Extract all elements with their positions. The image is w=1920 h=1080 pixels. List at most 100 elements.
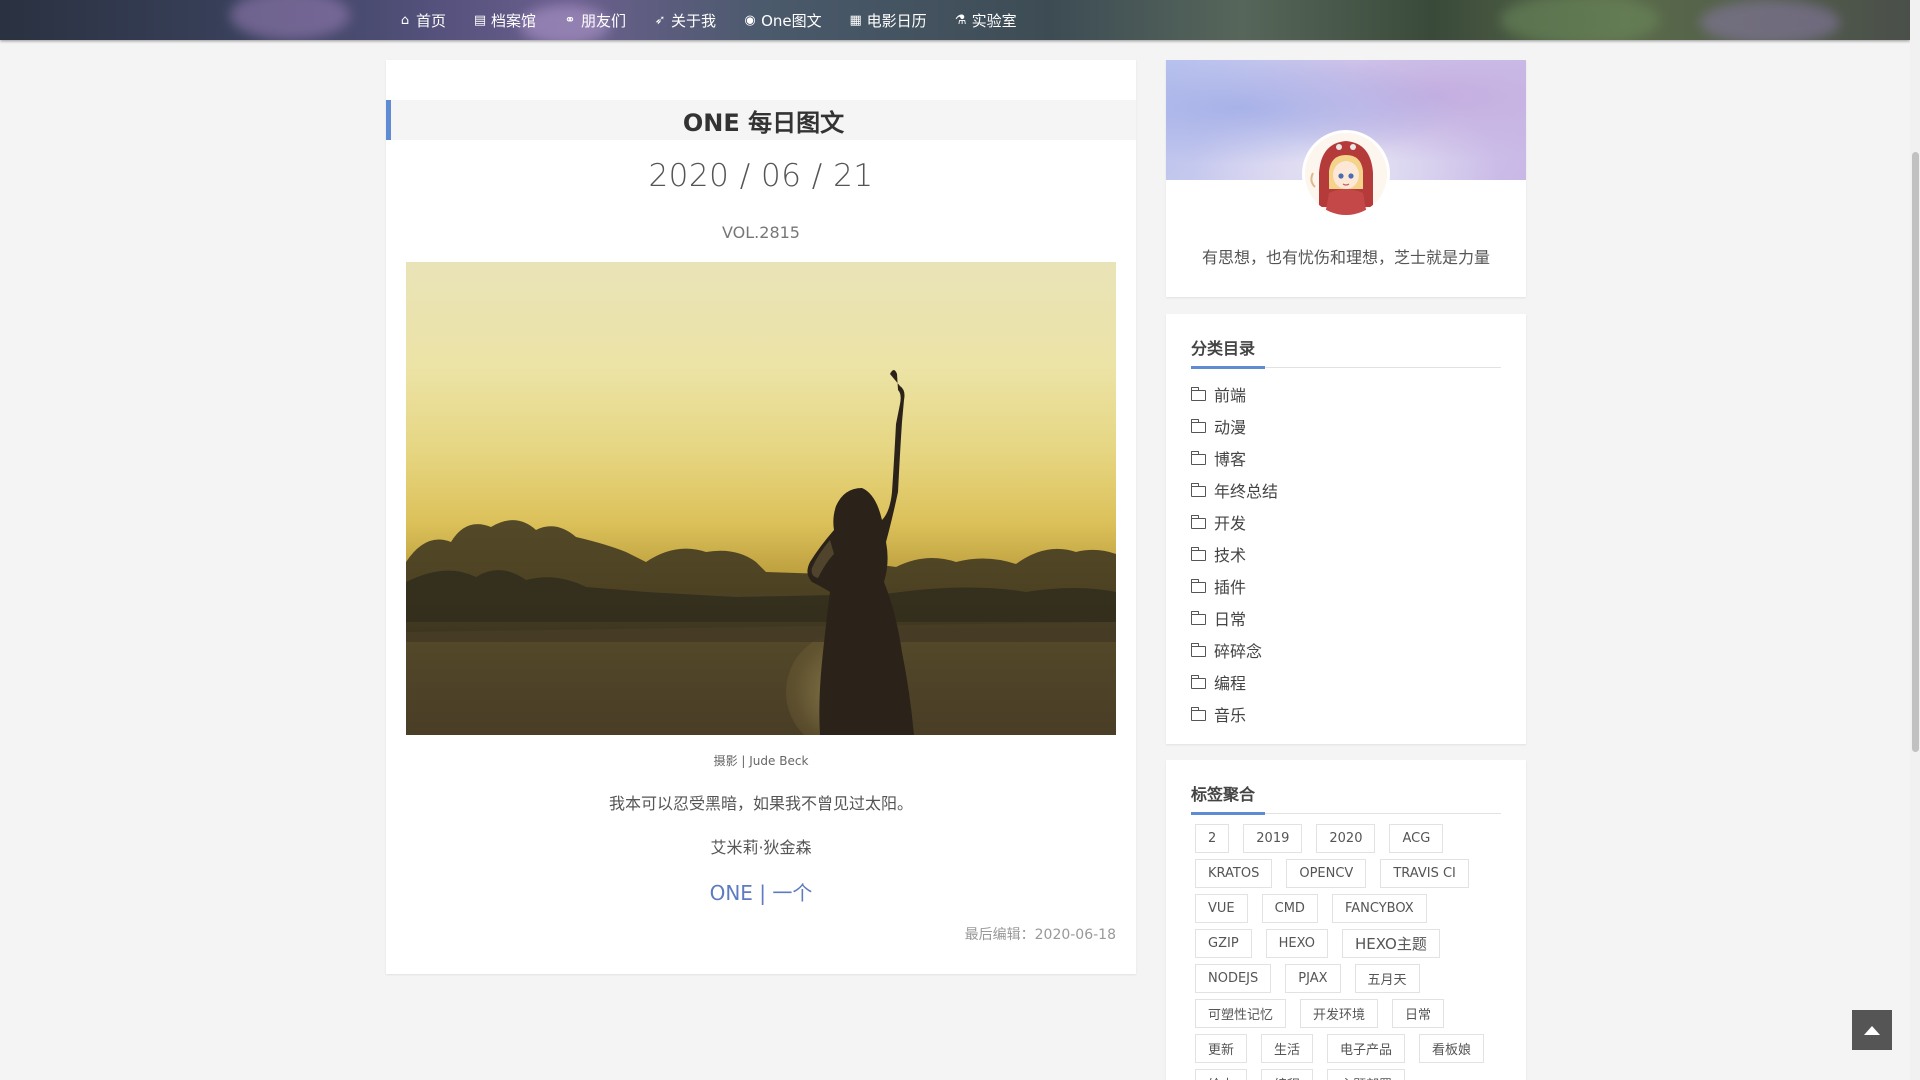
tag[interactable]: 开发环境 [1300,999,1379,1028]
film-icon: ▦ [849,12,862,28]
tag[interactable]: FANCYBOX [1331,894,1427,923]
tag[interactable]: GZIP [1195,929,1252,958]
folder-icon [1190,514,1206,529]
category-label: 日常 [1214,610,1247,629]
categories-widget: 分类目录 前端 动漫 博客 年终总结 开发 技术 插件 日常 碎碎念 编程 音乐 [1166,314,1526,744]
tag[interactable]: HEXO主题 [1341,929,1440,958]
avatar[interactable] [1302,130,1390,218]
category-item[interactable]: 音乐 [1190,698,1501,730]
tag[interactable]: NODEJS [1195,964,1272,993]
top-navbar: ⌂ 首页 ▤ 档案馆 ⚭ 朋友们 ➶ 关于我 ◉ One图文 ▦ 电影日历 ⚗ … [0,0,1910,40]
category-item[interactable]: 编程 [1190,666,1501,698]
category-item[interactable]: 插件 [1190,570,1501,602]
nav-item-lab[interactable]: ⚗ 实验室 [954,0,1030,40]
tag[interactable]: 更新 [1195,1034,1248,1063]
pin-icon: ◉ [744,12,756,28]
widget-title: 标签聚合 [1191,778,1501,815]
tags-title: 标签聚合 [1191,785,1256,804]
quote-author: 艾米莉·狄金森 [710,838,812,857]
one-source-link[interactable]: ONE | 一个 [386,877,1136,906]
folder-icon [1190,578,1206,593]
category-label: 编程 [1214,674,1247,693]
category-label: 动漫 [1214,418,1247,437]
category-item[interactable]: 前端 [1190,378,1501,410]
nav-item-friends[interactable]: ⚭ 朋友们 [563,0,639,40]
tag[interactable]: 主题部署 [1327,1069,1406,1080]
tag[interactable]: 2 [1195,824,1230,853]
back-to-top-button[interactable] [1852,1010,1892,1050]
arrow-up-icon [1864,1025,1880,1035]
home-icon: ⌂ [400,12,410,28]
tag[interactable]: 五月天 [1354,964,1420,993]
tag[interactable]: VUE [1195,894,1248,923]
tag[interactable]: KRATOS [1195,859,1273,888]
photo-silhouettes [406,370,1116,735]
scrollbar-thumb[interactable] [1912,152,1919,752]
category-label: 年终总结 [1214,482,1279,501]
article-title: ONE 每日图文 [386,100,1136,140]
category-item[interactable]: 动漫 [1190,410,1501,442]
tag[interactable]: 电子产品 [1327,1034,1406,1063]
category-item[interactable]: 技术 [1190,538,1501,570]
tag[interactable]: 生活 [1261,1034,1314,1063]
nav-item-label: 实验室 [971,11,1017,30]
category-item[interactable]: 日常 [1190,602,1501,634]
title-underline [1191,812,1265,815]
tag[interactable]: 可塑性记忆 [1195,999,1287,1028]
tag[interactable]: HEXO [1265,929,1328,958]
archive-icon: ▤ [473,12,487,28]
category-label: 前端 [1214,386,1247,405]
flask-icon: ⚗ [954,12,967,28]
tag[interactable]: 2020 [1316,824,1376,853]
folder-icon [1190,610,1206,625]
category-label: 开发 [1214,514,1247,533]
tag[interactable]: OPENCV [1286,859,1367,888]
category-item[interactable]: 开发 [1190,506,1501,538]
nav-item-home[interactable]: ⌂ 首页 [398,0,459,40]
tag[interactable]: CMD [1261,894,1318,923]
category-label: 碎碎念 [1214,642,1263,661]
tag[interactable]: 看板娘 [1419,1034,1485,1063]
tag[interactable]: TRAVIS CI [1380,859,1469,888]
nav-item-label: 电影日历 [866,11,927,30]
title-underline [1191,366,1265,369]
article-date: 2020 / 06 / 21 [648,158,874,194]
nav-item-archive[interactable]: ▤ 档案馆 [473,0,549,40]
article-volume: VOL.2815 [722,223,800,242]
photo-caption: 摄影 | Jude Beck [713,754,809,768]
folder-icon [1190,706,1206,721]
article-quote: 我本可以忍受黑暗，如果我不曾见过太阳。 [608,794,913,813]
tag[interactable]: 2019 [1243,824,1303,853]
nav-item-label: One图文 [761,11,822,30]
category-label: 博客 [1214,450,1247,469]
tag[interactable]: ACG [1389,824,1444,853]
category-item[interactable]: 博客 [1190,442,1501,474]
nav-item-label: 关于我 [671,11,717,30]
tags-widget: 标签聚合 2 2019 2020 ACG KRATOS OPENCV TRAVI… [1166,760,1526,1080]
categories-title: 分类目录 [1191,339,1256,358]
link-icon: ⚭ [564,12,576,28]
banner-decoration [1500,0,1660,40]
category-item[interactable]: 碎碎念 [1190,634,1501,666]
tag[interactable]: PJAX [1285,964,1341,993]
article-card: ONE 每日图文 2020 / 06 / 21 VOL.2815 摄影 | Ju… [386,60,1136,974]
category-label: 插件 [1214,578,1247,597]
nav-item-movie-calendar[interactable]: ▦ 电影日历 [849,0,940,40]
nav-item-about[interactable]: ➶ 关于我 [653,0,729,40]
avatar-illustration [1305,133,1387,215]
folder-icon [1190,418,1206,433]
nav-item-one[interactable]: ◉ One图文 [743,0,835,40]
folder-icon [1190,482,1206,497]
tag[interactable]: 编程 [1261,1069,1314,1080]
tag[interactable]: 绘本 [1195,1069,1248,1080]
profile-motto: 有思想，也有忧伤和理想，芝士就是力量 [1201,248,1490,267]
banner-decoration [1700,0,1840,40]
folder-icon [1190,386,1206,401]
category-list: 前端 动漫 博客 年终总结 开发 技术 插件 日常 碎碎念 编程 音乐 [1190,378,1501,730]
tag[interactable]: 日常 [1392,999,1445,1028]
category-item[interactable]: 年终总结 [1190,474,1501,506]
tag-cloud: 2 2019 2020 ACG KRATOS OPENCV TRAVIS CI … [1195,824,1505,1080]
folder-icon [1190,546,1206,561]
widget-title: 分类目录 [1191,332,1501,369]
nav-item-label: 首页 [416,11,447,30]
